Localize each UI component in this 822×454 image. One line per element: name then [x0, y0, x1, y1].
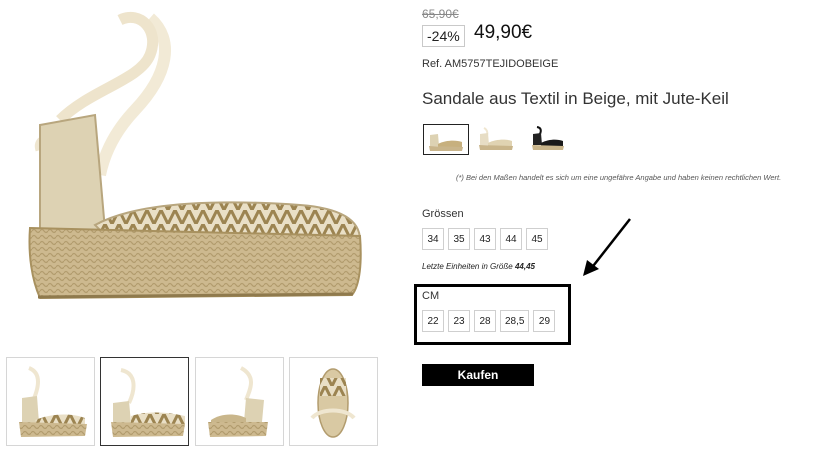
measurement-disclaimer: (*) Bei den Maßen handelt es sich um ein… [456, 173, 782, 182]
cm-option[interactable]: 28,5 [500, 310, 530, 332]
size-option[interactable]: 44 [500, 228, 522, 250]
cm-option[interactable]: 29 [533, 310, 556, 332]
main-product-image [0, 0, 400, 345]
discount-badge: -24% [422, 25, 465, 47]
last-units-notice: Letzte Einheiten in Größe 44,45 [422, 262, 535, 271]
size-option[interactable]: 45 [526, 228, 548, 250]
size-option[interactable]: 34 [422, 228, 444, 250]
annotation-arrow-icon [578, 216, 634, 283]
size-selector: 34 35 43 44 45 [422, 228, 548, 250]
cm-label: CM [422, 290, 440, 302]
cream-swatch[interactable] [474, 124, 520, 155]
last-units-sizes: 44,45 [514, 262, 535, 271]
last-units-text: Letzte Einheiten in Größe [422, 262, 515, 271]
black-swatch[interactable] [525, 124, 571, 155]
product-reference: Ref. AM5757TEJIDOBEIGE [422, 58, 559, 70]
size-option[interactable]: 43 [474, 228, 496, 250]
product-title: Sandale aus Textil in Beige, mit Jute-Ke… [422, 89, 729, 108]
cm-size-selector: 22 23 28 28,5 29 [422, 310, 556, 332]
cm-option[interactable]: 28 [474, 310, 496, 332]
thumbnail-front-side-view[interactable] [100, 357, 189, 446]
thumbnail-top-view[interactable] [289, 357, 378, 446]
thumbnail-back-side-view[interactable] [195, 357, 284, 446]
thumbnail-side-view[interactable] [6, 357, 95, 446]
beige-swatch[interactable] [423, 124, 469, 155]
cm-option[interactable]: 22 [422, 310, 444, 332]
current-price: 49,90€ [474, 22, 533, 43]
old-price: 65,90€ [422, 7, 459, 21]
buy-button[interactable]: Kaufen [422, 364, 534, 386]
sizes-label: Grössen [422, 208, 464, 220]
size-option[interactable]: 35 [448, 228, 470, 250]
cm-option[interactable]: 23 [448, 310, 470, 332]
